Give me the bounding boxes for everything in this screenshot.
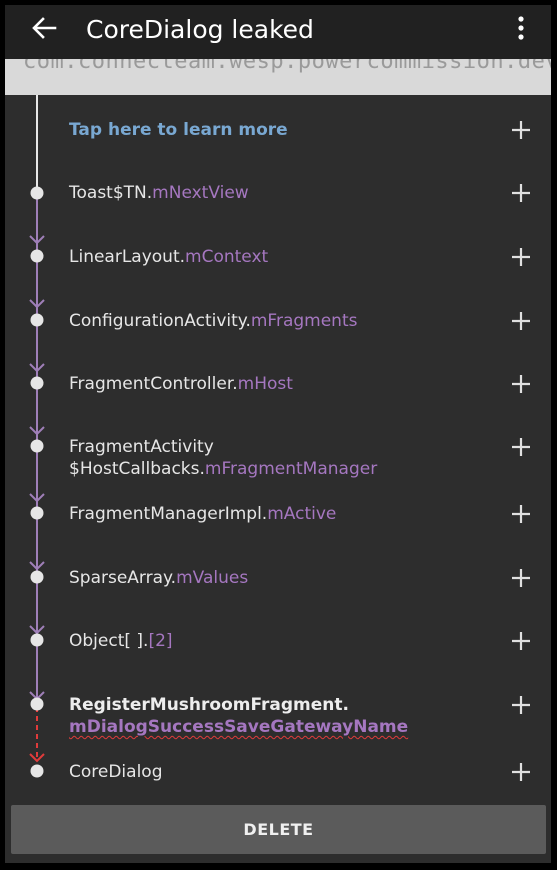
back-button[interactable] <box>29 13 59 43</box>
trace-field: mContext <box>185 247 269 267</box>
trace-row[interactable]: FragmentManagerImpl.mActive <box>5 500 551 540</box>
trace-row[interactable]: Object[ ].[2] <box>5 627 551 667</box>
trace-row[interactable]: LinearLayout.mContext <box>5 243 551 283</box>
plus-icon[interactable] <box>510 119 532 141</box>
plus-icon[interactable] <box>510 761 532 783</box>
trace-row[interactable]: FragmentController.mHost <box>5 370 551 410</box>
leak-trace-list: Tap here to learn more Toast$TN.mNextVie… <box>5 95 551 803</box>
trace-row-label: Toast$TN.mNextView <box>69 183 249 203</box>
trace-row-label: CoreDialog <box>69 762 163 782</box>
plus-icon[interactable] <box>510 246 532 268</box>
trace-row-leaked-object[interactable]: CoreDialog <box>5 758 551 798</box>
learn-more-row[interactable]: Tap here to learn more <box>5 115 551 155</box>
trace-row-label: FragmentManagerImpl.mActive <box>69 504 337 524</box>
trace-row-label: FragmentController.mHost <box>69 374 293 394</box>
trace-field: mHost <box>237 374 293 394</box>
plus-icon[interactable] <box>510 567 532 589</box>
trace-field: mFragments <box>250 311 358 331</box>
leak-header-text: com.connecteam.wesp.powercommission.dev <box>23 59 551 74</box>
app-bar: CoreDialog leaked <box>5 5 551 59</box>
leak-header-card: com.connecteam.wesp.powercommission.dev <box>5 59 551 95</box>
trace-row-label: ConfigurationActivity.mFragments <box>69 311 358 331</box>
trace-row-label: FragmentActivity $HostCallbacks.mFragment… <box>69 437 378 479</box>
plus-icon[interactable] <box>510 373 532 395</box>
trace-field: [2] <box>148 631 173 651</box>
overflow-menu-button[interactable] <box>509 11 533 47</box>
trace-row[interactable]: FragmentActivity $HostCallbacks.mFragment… <box>5 433 551 483</box>
delete-button[interactable]: DELETE <box>11 805 546 854</box>
plus-icon[interactable] <box>510 503 532 525</box>
trace-row-label: LinearLayout.mContext <box>69 247 269 267</box>
plus-icon[interactable] <box>510 310 532 332</box>
plus-icon[interactable] <box>510 182 532 204</box>
plus-icon[interactable] <box>510 630 532 652</box>
trace-row-label: RegisterMushroomFragment. mDialogSuccessS… <box>69 695 409 737</box>
leak-detail-screen: CoreDialog leaked com.connecteam.wesp.po… <box>5 5 551 863</box>
plus-icon[interactable] <box>510 436 532 458</box>
trace-field: mActive <box>267 504 337 524</box>
arrow-left-icon <box>32 17 57 39</box>
delete-button-label: DELETE <box>243 820 314 839</box>
trace-row[interactable]: ConfigurationActivity.mFragments <box>5 307 551 347</box>
trace-row-label: Object[ ].[2] <box>69 631 173 651</box>
trace-row-leaking[interactable]: RegisterMushroomFragment. mDialogSuccessS… <box>5 691 551 741</box>
page-title: CoreDialog leaked <box>86 15 314 44</box>
trace-row[interactable]: Toast$TN.mNextView <box>5 179 551 219</box>
learn-more-link[interactable]: Tap here to learn more <box>69 119 489 141</box>
trace-field: mNextView <box>152 183 249 203</box>
trace-field: mFragmentManager <box>204 459 378 479</box>
plus-icon[interactable] <box>510 694 532 716</box>
trace-field: mValues <box>176 568 249 588</box>
trace-row-label: SparseArray.mValues <box>69 568 249 588</box>
trace-row[interactable]: SparseArray.mValues <box>5 564 551 604</box>
trace-field-leaking: mDialogSuccessSaveGatewayName <box>69 717 409 737</box>
more-vert-icon <box>518 16 524 40</box>
